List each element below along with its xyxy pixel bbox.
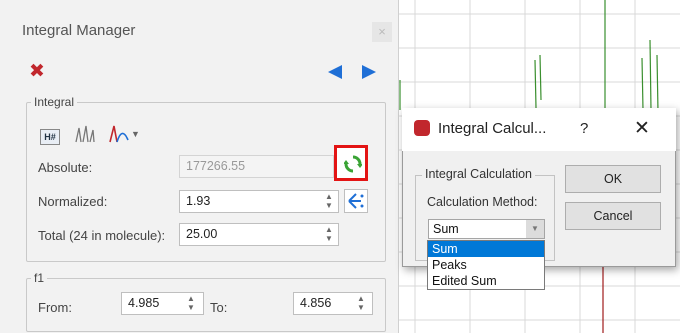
option-peaks[interactable]: Peaks	[428, 257, 544, 273]
chevron-down-icon[interactable]: ▼	[131, 129, 140, 139]
calculation-group-title: Integral Calculation	[422, 167, 536, 181]
delete-x-icon[interactable]: ✖	[29, 62, 45, 81]
total-label: Total (24 in molecule):	[38, 228, 166, 243]
to-label: To:	[210, 300, 228, 315]
peak-pick-icon	[348, 193, 364, 209]
absolute-field: 177266.55	[179, 155, 334, 178]
integral-group-title: Integral	[31, 95, 78, 109]
from-label: From:	[38, 300, 72, 315]
help-button[interactable]: ?	[580, 120, 588, 137]
option-sum[interactable]: Sum	[428, 241, 544, 257]
nav-next-icon[interactable]	[362, 65, 376, 79]
ok-button[interactable]: OK	[565, 165, 661, 193]
peak-pick-button[interactable]	[344, 189, 368, 213]
normalized-field[interactable]: 1.93	[179, 190, 339, 213]
dialog-title: Integral Calcul...	[438, 120, 547, 137]
panel-close-button[interactable]: ×	[372, 22, 392, 42]
cancel-button[interactable]: Cancel	[565, 202, 661, 230]
absolute-label: Absolute:	[38, 160, 93, 175]
chevron-down-icon[interactable]: ▼	[526, 220, 544, 238]
h-number-icon[interactable]: H#	[40, 129, 60, 145]
nav-prev-icon[interactable]	[328, 65, 342, 79]
normalized-stepper[interactable]: ▲ ▼	[323, 192, 335, 211]
total-stepper[interactable]: ▲ ▼	[323, 225, 335, 244]
total-field[interactable]: 25.00	[179, 223, 339, 246]
app-logo-icon	[414, 120, 430, 136]
from-stepper[interactable]: ▲ ▼	[185, 294, 197, 313]
f1-group-title: f1	[31, 271, 48, 285]
normalized-label: Normalized:	[38, 194, 108, 209]
option-edited-sum[interactable]: Edited Sum	[428, 273, 544, 289]
calculation-method-label: Calculation Method:	[427, 195, 538, 209]
close-icon[interactable]: ✕	[634, 117, 650, 140]
method-dropdown-list: Sum Peaks Edited Sum	[427, 240, 545, 290]
peaks-icon[interactable]	[73, 122, 97, 146]
panel-title: Integral Manager	[22, 22, 136, 39]
curve-icon[interactable]	[108, 122, 132, 146]
to-stepper[interactable]: ▲ ▼	[355, 294, 367, 313]
refresh-icon[interactable]	[343, 155, 363, 173]
